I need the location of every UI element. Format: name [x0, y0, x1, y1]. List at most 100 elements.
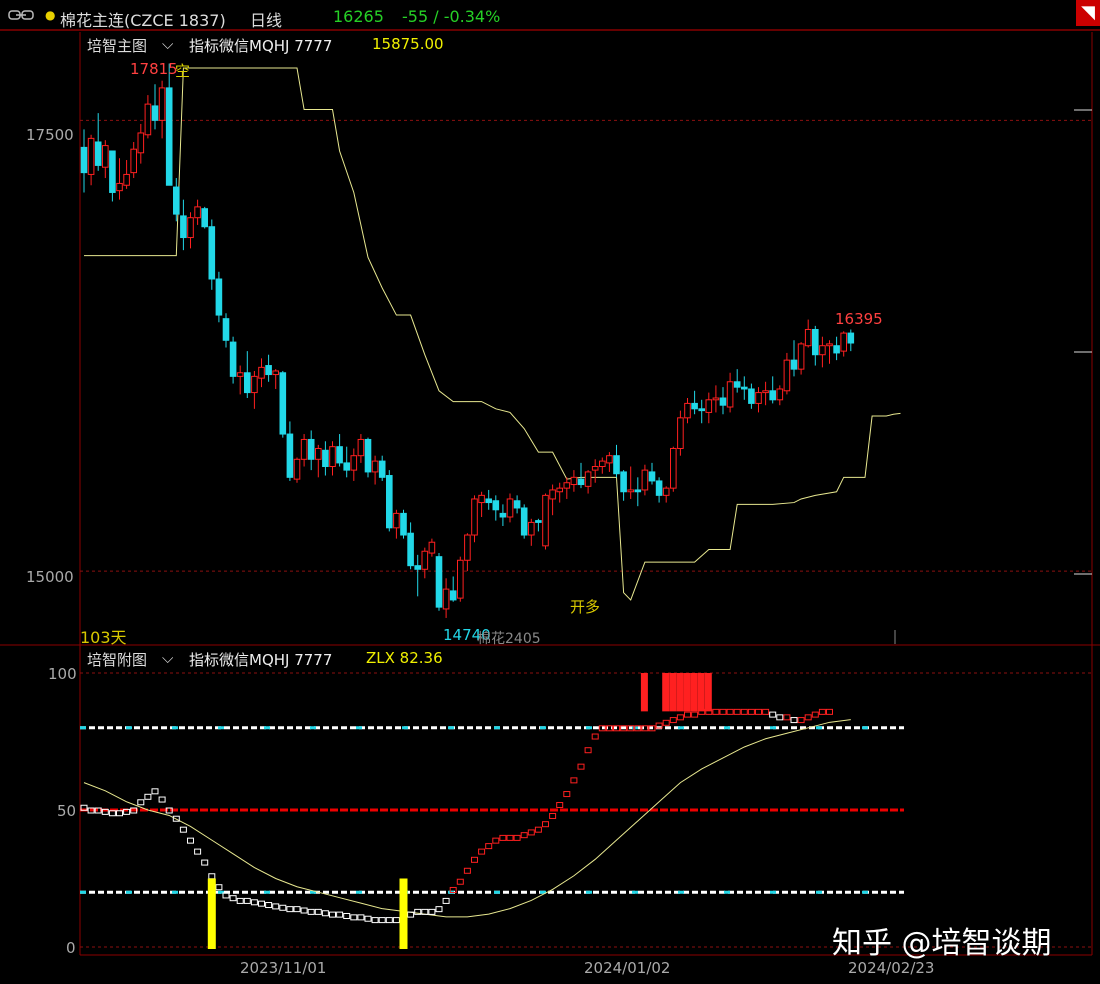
candle-body — [677, 417, 684, 449]
candle-body — [165, 87, 173, 186]
candle-body — [307, 438, 315, 460]
candle-body — [265, 365, 272, 376]
candle-body — [279, 372, 287, 435]
grid-lines — [80, 119, 1092, 948]
zlx-mark — [534, 826, 542, 833]
main-indicator-value: 15875.00 — [372, 35, 444, 53]
zlx-mark — [137, 799, 145, 806]
red-block — [662, 673, 670, 712]
candle-body — [783, 359, 791, 392]
zlx-mark — [733, 708, 741, 715]
link-icon[interactable] — [8, 8, 34, 22]
zlx-mark — [762, 708, 770, 715]
candle-body — [840, 332, 848, 352]
zlx-mark — [506, 834, 514, 841]
period-selector[interactable]: 日线 — [250, 7, 282, 31]
zlx-mark — [179, 826, 187, 833]
candles — [80, 63, 855, 618]
zlx-mark — [314, 908, 322, 915]
price-change: -55 / -0.34% — [402, 7, 501, 26]
zlx-mark — [194, 848, 202, 855]
days-label: 103天 — [80, 628, 127, 647]
zlx-mark — [478, 848, 486, 855]
candle-body — [499, 512, 507, 518]
candle-body — [599, 460, 606, 468]
candle-body — [535, 520, 542, 523]
candle-body — [421, 550, 429, 570]
candle-body — [733, 381, 741, 388]
zlx-mark — [804, 714, 812, 721]
zlx-mark — [279, 904, 287, 911]
candle-body — [343, 462, 350, 471]
candle-body — [435, 556, 443, 608]
zlx-mark — [343, 912, 351, 919]
zlx-mark — [818, 708, 826, 715]
zlx-mark — [286, 906, 294, 913]
sub-y-tick-0: 0 — [66, 939, 76, 957]
candle-body — [272, 370, 279, 376]
candle-body — [591, 466, 599, 471]
candle-body — [173, 186, 180, 215]
red-block — [690, 673, 698, 712]
zlx-mark — [229, 895, 237, 902]
stop-line-path — [84, 67, 901, 601]
zlx-mark — [712, 708, 720, 715]
watermark: 知乎 @培智谈期 — [832, 926, 1052, 961]
candle-body — [449, 590, 457, 601]
candle-body — [748, 388, 755, 404]
candle-body — [357, 438, 365, 457]
zlx-mark — [584, 747, 592, 754]
candle-body — [350, 455, 358, 471]
red-block — [697, 673, 705, 712]
candle-body — [364, 438, 372, 473]
zlx-mark — [329, 911, 336, 918]
sub-y-tick-50: 50 — [57, 802, 77, 820]
candle-body — [670, 447, 677, 489]
zlx-mark — [392, 917, 400, 924]
zlx-mark — [293, 906, 301, 913]
candle-body — [80, 146, 88, 174]
candle-body — [584, 471, 592, 487]
axis-ticks — [894, 109, 1092, 644]
zlx-mark — [755, 708, 762, 715]
last-price: 16265 — [333, 7, 384, 26]
candle-body — [102, 145, 109, 168]
candle-body — [769, 390, 777, 401]
main-panel-title[interactable]: 培智主图 — [87, 35, 147, 56]
sub-panel-dropdown-icon[interactable]: ⌵ — [162, 649, 173, 667]
zlx-mark — [371, 917, 379, 924]
candle-body — [833, 345, 840, 354]
yellow-signal-bar — [399, 878, 408, 949]
candle-body — [300, 438, 308, 460]
candle-body — [478, 494, 485, 504]
zlx-mark — [215, 884, 223, 891]
red-block — [676, 673, 684, 712]
sub-panel-title[interactable]: 培智附图 — [87, 649, 147, 670]
candle-body — [485, 498, 492, 504]
candle-body — [471, 498, 478, 536]
zlx-mark — [499, 834, 507, 841]
candle-body — [712, 397, 720, 401]
zlx-mark — [577, 763, 585, 770]
candle-body — [755, 392, 762, 404]
candle-body — [655, 480, 663, 496]
zlx-mark — [747, 708, 755, 715]
candle-body — [542, 494, 549, 547]
candle-body — [762, 390, 769, 394]
zlx-mark — [378, 917, 386, 924]
main-panel-dropdown-icon[interactable]: ⌵ — [162, 35, 173, 53]
candle-body — [520, 507, 528, 536]
contract-note: 棉花2405 — [477, 631, 541, 647]
zlx-mark — [783, 714, 791, 721]
close-icon[interactable]: ◥ — [1076, 0, 1100, 26]
candle-body — [457, 559, 464, 599]
symbol-name[interactable]: 棉花主连(CZCE 1837) — [60, 7, 226, 31]
zlx-mark — [435, 906, 443, 913]
zlx-mark — [350, 914, 358, 921]
sub-y-tick-100: 100 — [48, 665, 77, 683]
zlx-mark — [385, 917, 393, 924]
zlx-mark — [563, 791, 571, 798]
candle-body — [151, 105, 159, 121]
candle-body — [634, 489, 642, 493]
zlx-mark — [513, 834, 521, 841]
